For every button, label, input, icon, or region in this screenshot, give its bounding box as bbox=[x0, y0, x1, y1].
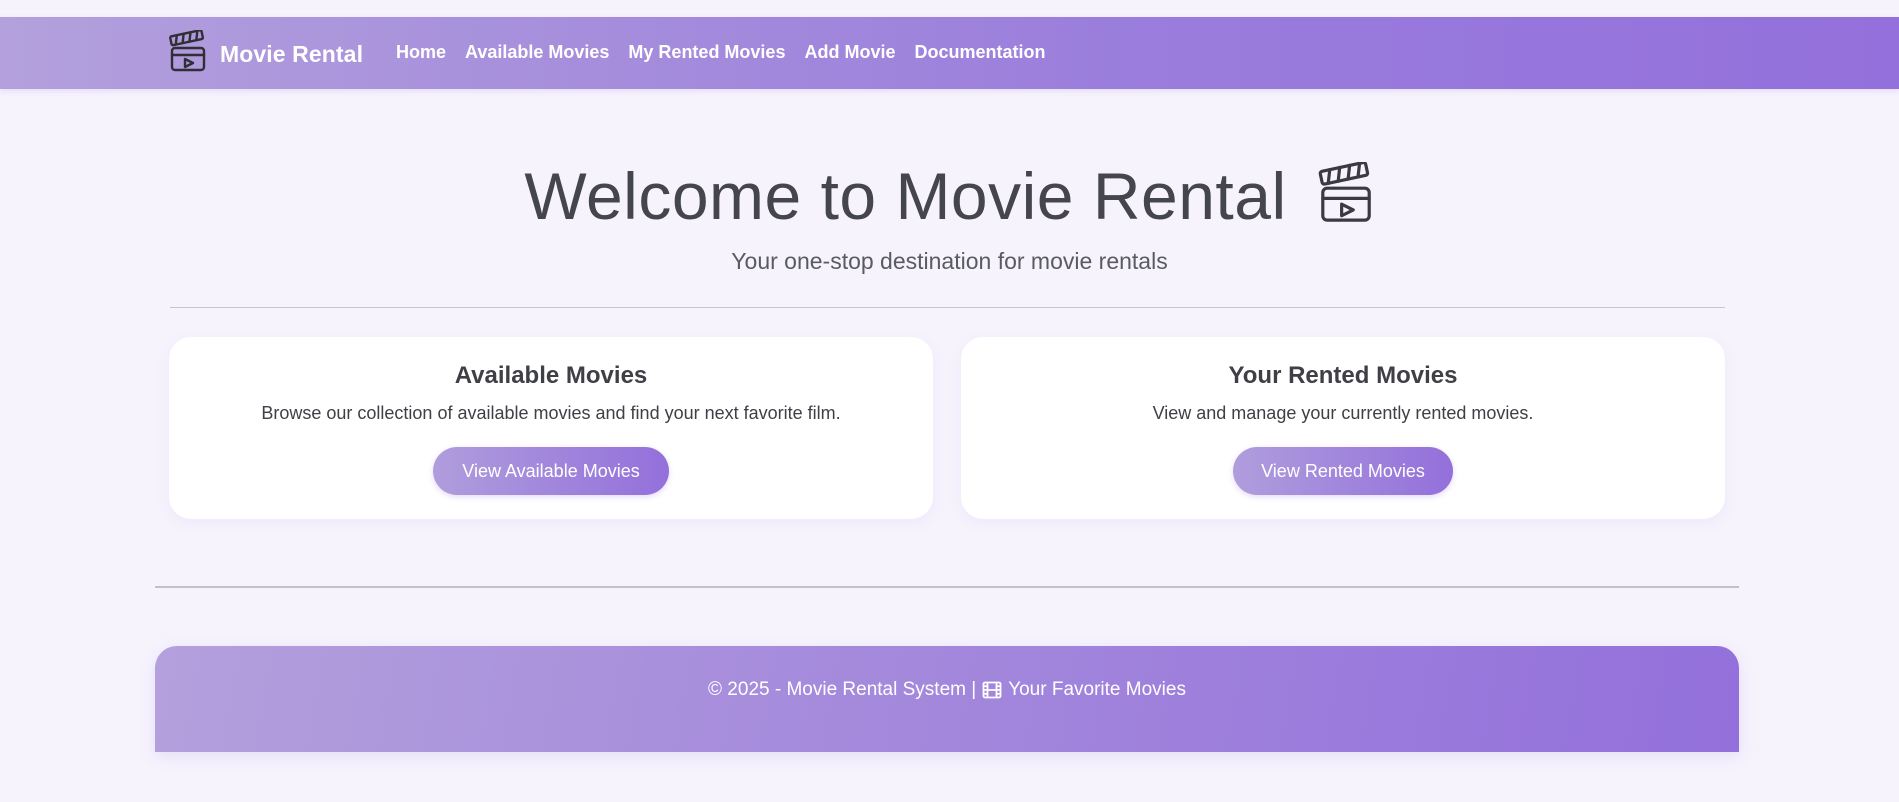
available-movies-card: Available Movies Browse our collection o… bbox=[169, 337, 933, 519]
navbar: Movie Rental Home Available Movies My Re… bbox=[0, 17, 1899, 89]
card-text: Browse our collection of available movie… bbox=[261, 403, 841, 423]
view-rented-movies-button[interactable]: View Rented Movies bbox=[1233, 447, 1453, 495]
film-icon bbox=[982, 680, 1002, 700]
nav-my-rented-movies[interactable]: My Rented Movies bbox=[628, 42, 785, 63]
card-title: Your Rented Movies bbox=[1228, 362, 1458, 389]
footer-text: © 2025 - Movie Rental System | Your Favo… bbox=[155, 679, 1739, 701]
footer-copyright: © 2025 - Movie Rental System | bbox=[708, 679, 977, 700]
nav-home[interactable]: Home bbox=[396, 42, 446, 63]
divider bbox=[170, 307, 1725, 308]
footer-divider bbox=[155, 586, 1739, 588]
page-subtitle: Your one-stop destination for movie rent… bbox=[731, 248, 1168, 274]
card-text: View and manage your currently rented mo… bbox=[1152, 403, 1534, 423]
brand-name: Movie Rental bbox=[220, 40, 364, 67]
card-title: Available Movies bbox=[454, 362, 648, 389]
brand-link[interactable]: Movie Rental bbox=[168, 28, 364, 79]
hero-title: Welcome to Movie Rental bbox=[0, 158, 1899, 234]
view-available-movies-button[interactable]: View Available Movies bbox=[433, 447, 669, 495]
rented-movies-card: Your Rented Movies View and manage your … bbox=[961, 337, 1725, 519]
nav-links: Home Available Movies My Rented Movies A… bbox=[396, 42, 1046, 63]
nav-add-movie[interactable]: Add Movie bbox=[804, 42, 895, 63]
clapperboard-icon bbox=[168, 28, 208, 79]
clapperboard-icon bbox=[1317, 160, 1375, 231]
footer-tagline: Your Favorite Movies bbox=[1008, 679, 1186, 700]
footer: © 2025 - Movie Rental System | Your Favo… bbox=[155, 646, 1739, 752]
nav-available-movies[interactable]: Available Movies bbox=[465, 42, 609, 63]
page-title: Welcome to Movie Rental bbox=[524, 159, 1287, 233]
nav-documentation[interactable]: Documentation bbox=[914, 42, 1045, 63]
